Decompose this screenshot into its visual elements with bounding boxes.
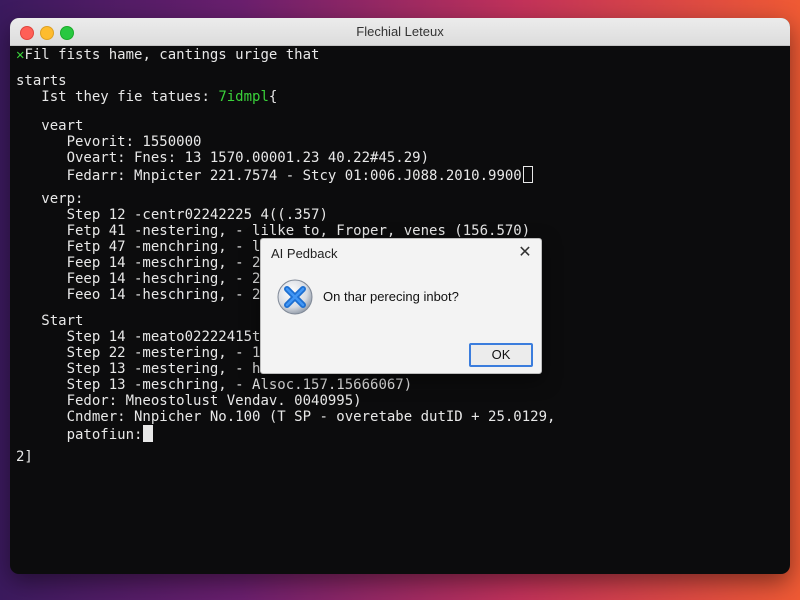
terminal-line: Ist they fie tatues: 7idmpl{ xyxy=(41,89,278,105)
terminal-line: Step 22 -mestering, - 115 xyxy=(66,345,278,361)
terminal-line: Fedor: Mneostolust Vendav. 0040995) xyxy=(66,393,362,409)
cursor-block xyxy=(522,166,533,183)
terminal-line: Fedarr: Mnpicter 221.7574 - Stcy 01:006.… xyxy=(16,166,533,184)
terminal-line: Step 13 -mestering, - hew xyxy=(66,361,278,377)
terminal-line: Feep 14 -heschring, - 21s xyxy=(66,271,278,287)
terminal-prompt-line[interactable]: patofiun: xyxy=(16,425,154,443)
window-title: Flechial Leteux xyxy=(356,24,444,39)
terminal-line: Start xyxy=(41,313,84,329)
dialog-close-button[interactable]: ✕ xyxy=(515,243,535,263)
alert-dialog: AI Pedback ✕ On thar perecing inbot? OK xyxy=(260,238,542,374)
terminal-line: Step 14 -meato02222415ts xyxy=(66,329,269,345)
terminal-line: Fetp 47 -menchring, - lls xyxy=(66,239,278,255)
terminal-line: Feeo 14 -heschring, - 229 xyxy=(66,287,278,303)
terminal-line: Oveart: Fnes: 13 1570.00001.23 40.22#45.… xyxy=(66,150,430,166)
text-cursor xyxy=(143,425,154,442)
terminal-line: Cndmer: Nnpicher No.100 (T SP - overetab… xyxy=(66,409,556,425)
terminal-line: Step 13 -meschring, - Alsoc.157.15666067… xyxy=(66,377,413,393)
terminal-line: Feep 14 -meschring, - 22 xyxy=(66,255,269,271)
ok-button[interactable]: OK xyxy=(469,343,533,367)
terminal-header-line: ✕Fil fists hame, cantings urige that xyxy=(16,47,319,63)
error-x-icon xyxy=(277,279,313,315)
title-bar[interactable]: Flechial Leteux xyxy=(10,18,790,46)
terminal-line: starts xyxy=(16,73,67,89)
terminal-line: 2] xyxy=(16,449,33,465)
terminal-line: Fetp 41 -nestering, - lilke to, Froper, … xyxy=(66,223,531,239)
dialog-title: AI Pedback xyxy=(271,246,338,261)
terminal-line: veart xyxy=(41,118,84,134)
header-text: Fil fists hame, cantings urige that xyxy=(24,47,320,63)
terminal-line: verp: xyxy=(41,191,84,207)
green-value: 7idmpl xyxy=(218,89,269,105)
terminal-line: Pevorit: 1550000 xyxy=(66,134,202,150)
dialog-message: On thar perecing inbot? xyxy=(323,289,459,304)
terminal-line: Step 12 -centr02242225 4((.357) xyxy=(66,207,328,223)
